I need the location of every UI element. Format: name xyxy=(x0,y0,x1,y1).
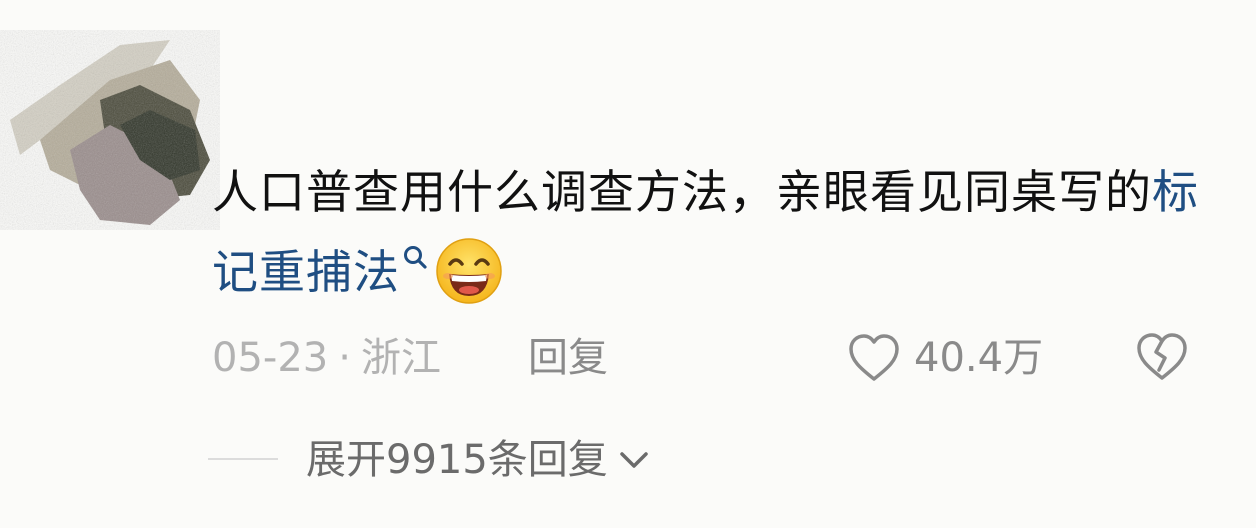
grinning-face-emoji xyxy=(436,237,502,304)
comment-meta: 05-23 · 浙江 xyxy=(212,330,441,386)
comment-body: 人口普查用什么调查方法，亲眼看见同桌写的 xyxy=(212,165,1152,219)
comment-card: 人口普查用什么调查方法，亲眼看见同桌写的标记重捕法 05-23·浙江 回复 xyxy=(0,0,1256,528)
heart-outline-icon xyxy=(849,334,899,381)
comment-date: 05-23 xyxy=(212,335,329,381)
avatar[interactable] xyxy=(0,30,220,230)
like-button[interactable]: 40.4万 xyxy=(846,328,1043,388)
search-icon[interactable] xyxy=(402,244,428,274)
expand-divider xyxy=(208,458,278,460)
expand-replies-label: 展开9915条回复 xyxy=(306,437,608,483)
chevron-down-icon xyxy=(620,452,648,468)
meta-separator: · xyxy=(338,335,351,381)
like-count: 40.4万 xyxy=(914,335,1044,381)
comment-location: 浙江 xyxy=(360,335,441,381)
comment-text: 人口普查用什么调查方法，亲眼看见同桌写的标记重捕法 xyxy=(212,152,1222,312)
broken-heart-icon[interactable] xyxy=(1134,330,1190,384)
reply-button[interactable]: 回复 xyxy=(528,330,608,386)
expand-replies-button[interactable]: 展开9915条回复 xyxy=(306,432,652,488)
